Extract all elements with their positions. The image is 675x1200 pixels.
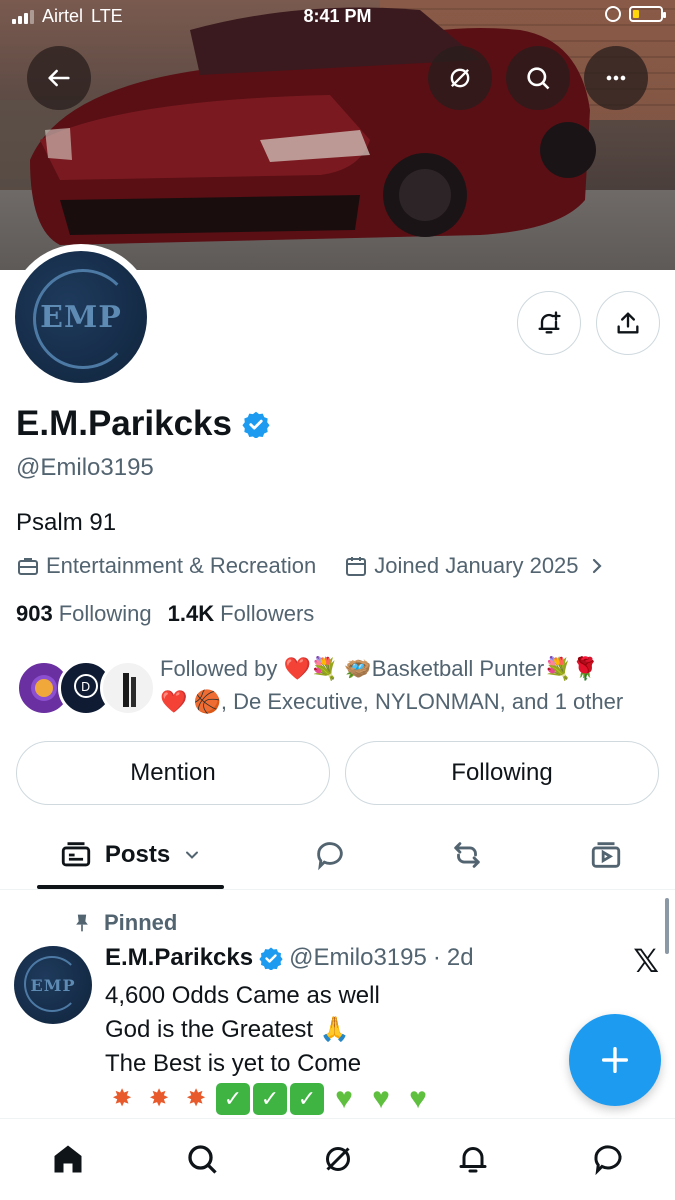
- profile-tabs: Posts: [0, 820, 675, 890]
- check-emoji: ✓: [290, 1083, 324, 1115]
- bell-icon: [459, 1147, 487, 1173]
- collision-emoji: ✸: [148, 1085, 170, 1112]
- briefcase-icon: [18, 558, 38, 575]
- profile-meta: Entertainment & Recreation Joined Januar…: [16, 553, 609, 579]
- check-emoji: ✓: [253, 1083, 287, 1115]
- nav-messages[interactable]: [588, 1139, 628, 1179]
- search-icon: [188, 1145, 217, 1174]
- collision-emoji: ✸: [111, 1085, 133, 1112]
- battery-icon: [629, 6, 666, 22]
- search-icon: [527, 67, 550, 90]
- pinned-label: Pinned: [104, 910, 178, 935]
- nav-notifications[interactable]: [453, 1139, 493, 1179]
- green-heart-emoji: ♥: [372, 1082, 390, 1115]
- green-heart-emoji: ♥: [409, 1082, 427, 1115]
- profile-handle: @Emilo3195: [16, 454, 154, 481]
- share-icon: [617, 312, 639, 334]
- back-arrow-icon: [48, 69, 70, 87]
- x-logo-icon: 𝕏: [633, 942, 659, 980]
- mention-button[interactable]: Mention: [16, 741, 330, 805]
- banner-car-image: [30, 7, 596, 245]
- notify-bell-icon: [538, 311, 561, 334]
- tab-reposts[interactable]: [437, 820, 497, 890]
- calendar-icon: [346, 557, 367, 576]
- profile-stats: 903 Following 1.4K Followers: [16, 601, 314, 627]
- bottom-nav: [0, 1118, 675, 1200]
- post-line-1: 4,600 Odds Came as well: [105, 982, 380, 1009]
- collision-emoji: ✸: [185, 1085, 207, 1112]
- search-button[interactable]: [506, 46, 570, 110]
- post-author-avatar[interactable]: EMP: [14, 946, 92, 1024]
- following-button[interactable]: Following: [345, 741, 659, 805]
- post-text: 4,600 Odds Came as well God is the Great…: [105, 979, 435, 1115]
- post-line-3: The Best is yet to Come: [105, 1050, 362, 1077]
- tab-media[interactable]: [576, 820, 636, 890]
- profile-banner[interactable]: [0, 0, 675, 270]
- reply-icon: [317, 842, 343, 871]
- profile-joined[interactable]: Joined January 2025: [374, 553, 578, 579]
- more-button[interactable]: [584, 46, 648, 110]
- chevron-down-icon[interactable]: [182, 845, 202, 865]
- plus-icon: [601, 1046, 629, 1074]
- back-button[interactable]: [27, 46, 91, 110]
- profile-name-row: E.M.Parikcks: [16, 404, 270, 444]
- post-time: 2d: [446, 944, 474, 971]
- grok-icon: [326, 1147, 350, 1171]
- pin-icon: [76, 914, 88, 932]
- nav-home[interactable]: [48, 1139, 88, 1179]
- home-icon: [54, 1145, 82, 1173]
- profile-name: E.M.Parikcks: [16, 404, 232, 443]
- profile-category: Entertainment & Recreation: [46, 553, 317, 578]
- repost-icon: [454, 842, 480, 868]
- orientation-lock-icon: [605, 6, 621, 22]
- post-author-name[interactable]: E.M.Parikcks: [105, 944, 253, 972]
- compose-button[interactable]: [569, 1014, 661, 1106]
- post-header: E.M.Parikcks @Emilo3195 · 2d: [105, 944, 474, 972]
- following-stat[interactable]: 903 Following: [16, 601, 152, 627]
- pinned-label-row: Pinned: [72, 910, 177, 936]
- followed-by-text: Followed by ❤️💐 🪺Basketball Punter💐🌹 ❤️ …: [160, 656, 624, 714]
- more-icon: [606, 75, 626, 81]
- status-right: [605, 6, 666, 22]
- followers-stat[interactable]: 1.4K Followers: [168, 601, 315, 627]
- notify-button[interactable]: [517, 291, 581, 355]
- nav-grok[interactable]: [318, 1139, 358, 1179]
- post-line-2: God is the Greatest 🙏: [105, 1016, 350, 1043]
- post-author-handle: @Emilo3195: [289, 944, 427, 971]
- profile-bio: Psalm 91: [16, 509, 117, 536]
- verified-badge-icon[interactable]: [242, 410, 270, 438]
- message-icon: [594, 1145, 622, 1176]
- post-emoji-row: ✸ ✸ ✸ ✓ ✓ ✓ ♥ ♥ ♥: [105, 1083, 435, 1115]
- tab-posts[interactable]: Posts: [37, 820, 224, 890]
- media-icon: [591, 842, 621, 868]
- grok-button[interactable]: [428, 46, 492, 110]
- followed-by[interactable]: D Followed by ❤️💐 🪺Basketball Punter💐🌹 ❤…: [16, 652, 661, 722]
- share-button[interactable]: [596, 291, 660, 355]
- pinned-post[interactable]: Pinned EMP E.M.Parikcks @Emilo3195 · 2d …: [0, 892, 675, 1118]
- tab-replies[interactable]: [300, 820, 360, 890]
- post-separator: ·: [432, 944, 441, 971]
- check-emoji: ✓: [216, 1083, 250, 1115]
- active-tab-indicator: [37, 885, 224, 889]
- nav-search[interactable]: [182, 1139, 222, 1179]
- verified-badge-icon: [259, 947, 283, 970]
- status-bar: Airtel LTE 8:41 PM: [0, 0, 675, 34]
- posts-icon: [61, 842, 90, 867]
- chevron-right-icon[interactable]: [585, 554, 609, 578]
- follower-avatar: [100, 660, 156, 716]
- scrollbar[interactable]: [665, 898, 669, 954]
- green-heart-emoji: ♥: [335, 1082, 353, 1115]
- tab-posts-label: Posts: [104, 841, 171, 868]
- svg-text:D: D: [81, 680, 90, 694]
- grok-icon: [450, 68, 470, 88]
- profile-avatar[interactable]: EMP: [8, 244, 154, 390]
- clock: 8:41 PM: [303, 6, 372, 26]
